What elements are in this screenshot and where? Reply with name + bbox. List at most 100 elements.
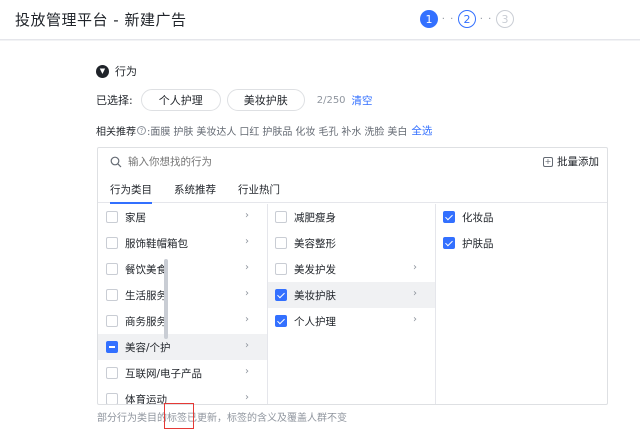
checkbox[interactable] [106, 237, 118, 249]
category-label: 家居 [125, 211, 146, 224]
step-2[interactable]: 2 [458, 10, 476, 28]
top-bar: 投放管理平台 - 新建广告 1 · · 2 · · 3 [0, 0, 640, 40]
checkbox[interactable] [106, 367, 118, 379]
checkbox[interactable] [106, 341, 118, 353]
annotation-box [164, 403, 194, 429]
recommendation-keyword[interactable]: 洗脸 [364, 123, 384, 138]
category-item[interactable]: 商务服务 › [98, 308, 267, 334]
section-title: 行为 [115, 65, 137, 78]
category-column-level2: 减肥瘦身 美容整形 美发护发 › 美妆护肤 › 个人护理 › [268, 204, 436, 404]
category-item[interactable]: 个人护理 › [268, 308, 435, 334]
category-label: 减肥瘦身 [294, 211, 336, 224]
checkbox[interactable] [106, 263, 118, 275]
category-label: 美容整形 [294, 237, 336, 250]
chevron-right-icon: › [413, 262, 417, 273]
search-bar: + 批量添加 [98, 148, 607, 176]
category-item[interactable]: 美容/个护 › [98, 334, 267, 360]
chevron-right-icon: › [413, 314, 417, 325]
category-label: 生活服务 [125, 289, 167, 302]
category-item[interactable]: 美妆护肤 › [268, 282, 435, 308]
selected-label: 已选择: [96, 94, 133, 107]
step-separator: · · [441, 13, 455, 25]
selected-count: 2/250 [316, 94, 346, 106]
recommendations-row: 相关推荐 ? :面膜 护肤 美妆达人 口红 护肤品 化妆 毛孔 补水 洗脸 美白… [96, 123, 432, 138]
checkbox[interactable] [106, 393, 118, 404]
chevron-right-icon: › [245, 236, 249, 247]
bulk-add-button[interactable]: + 批量添加 [543, 154, 599, 169]
category-item[interactable]: 化妆品 [436, 204, 607, 230]
category-label: 护肤品 [462, 237, 494, 250]
selected-row: 已选择: 个人护理 美妆护肤 2/250 清空 [96, 89, 373, 111]
category-label: 化妆品 [462, 211, 494, 224]
recommendation-keyword[interactable]: :面膜 [147, 123, 170, 138]
category-label: 美发护发 [294, 263, 336, 276]
category-column-level1: 家居 › 服饰鞋帽箱包 › 餐饮美食 › 生活服务 › 商务服务 › 美容/个护 › 互联网… [98, 204, 268, 405]
category-label: 个人护理 [294, 315, 336, 328]
chevron-right-icon: › [245, 314, 249, 325]
category-label: 美容/个护 [125, 341, 171, 354]
checkbox[interactable] [275, 289, 287, 301]
chevron-right-icon: › [245, 210, 249, 221]
checkbox[interactable] [106, 211, 118, 223]
checkbox[interactable] [443, 211, 455, 223]
category-item[interactable]: 餐饮美食 › [98, 256, 267, 282]
recommendation-keyword[interactable]: 护肤 [173, 123, 193, 138]
chevron-right-icon: › [245, 392, 249, 403]
plus-square-icon: + [543, 156, 553, 167]
chevron-right-icon: › [245, 366, 249, 377]
scrollbar[interactable] [164, 259, 168, 339]
recommendation-keyword[interactable]: 美妆达人 [196, 123, 236, 138]
checkbox[interactable] [106, 289, 118, 301]
clear-button[interactable]: 清空 [352, 93, 373, 108]
checkbox[interactable] [275, 211, 287, 223]
tab-industry-hot[interactable]: 行业热门 [228, 176, 290, 203]
tab-system-recommend[interactable]: 系统推荐 [164, 176, 226, 203]
recommendation-keyword[interactable]: 化妆 [295, 123, 315, 138]
select-all-button[interactable]: 全选 [411, 123, 432, 138]
recommendation-keyword[interactable]: 护肤品 [262, 123, 292, 138]
selected-chip[interactable]: 美妆护肤 [226, 89, 305, 111]
selected-chip[interactable]: 个人护理 [140, 89, 221, 111]
recommendation-keyword[interactable]: 口红 [239, 123, 259, 138]
chevron-down-icon[interactable]: ▼ [96, 64, 109, 78]
checkbox[interactable] [275, 263, 287, 275]
step-indicator: 1 · · 2 · · 3 [420, 9, 514, 29]
category-item[interactable]: 服饰鞋帽箱包 › [98, 230, 267, 256]
checkbox[interactable] [275, 237, 287, 249]
category-item[interactable]: 互联网/电子产品 › [98, 360, 267, 386]
recommendation-keyword[interactable]: 美白 [387, 123, 407, 138]
search-icon [110, 156, 122, 168]
step-separator: · · [479, 13, 493, 25]
recommendation-keyword[interactable]: 毛孔 [318, 123, 338, 138]
chevron-right-icon: › [413, 288, 417, 299]
search-input[interactable] [128, 156, 428, 168]
tab-behavior-category[interactable]: 行为类目 [100, 176, 162, 204]
category-item[interactable]: 美发护发 › [268, 256, 435, 282]
checkbox[interactable] [443, 237, 455, 249]
chevron-right-icon: › [245, 262, 249, 273]
page-title: 投放管理平台 - 新建广告 [15, 11, 187, 29]
category-item[interactable]: 家居 › [98, 204, 267, 230]
tab-bar: 行为类目 系统推荐 行业热门 [98, 176, 607, 204]
behavior-picker: + 批量添加 行为类目 系统推荐 行业热门 家居 › 服饰鞋帽箱包 › 餐饮美食 › … [97, 147, 608, 405]
category-item[interactable]: 护肤品 [436, 230, 607, 256]
category-item[interactable]: 美容整形 [268, 230, 435, 256]
chevron-right-icon: › [245, 288, 249, 299]
footer-note: 部分行为类目的标签已更新，标签的含义及覆盖人群不变 [97, 413, 347, 424]
checkbox[interactable] [106, 315, 118, 327]
step-3[interactable]: 3 [496, 10, 514, 28]
category-label: 体育运动 [125, 393, 167, 405]
category-label: 美妆护肤 [294, 289, 336, 302]
recommendation-keyword[interactable]: 补水 [341, 123, 361, 138]
step-1[interactable]: 1 [420, 10, 438, 28]
checkbox[interactable] [275, 315, 287, 327]
category-label: 互联网/电子产品 [125, 367, 203, 380]
category-column-level3: 化妆品 护肤品 [436, 204, 607, 404]
bulk-add-label: 批量添加 [557, 156, 599, 168]
behavior-section-header[interactable]: ▼ 行为 [96, 63, 137, 79]
category-item[interactable]: 生活服务 › [98, 282, 267, 308]
recommendations-label: 相关推荐 [96, 127, 136, 138]
help-icon[interactable]: ? [137, 126, 146, 135]
category-label: 商务服务 [125, 315, 167, 328]
category-item[interactable]: 减肥瘦身 [268, 204, 435, 230]
